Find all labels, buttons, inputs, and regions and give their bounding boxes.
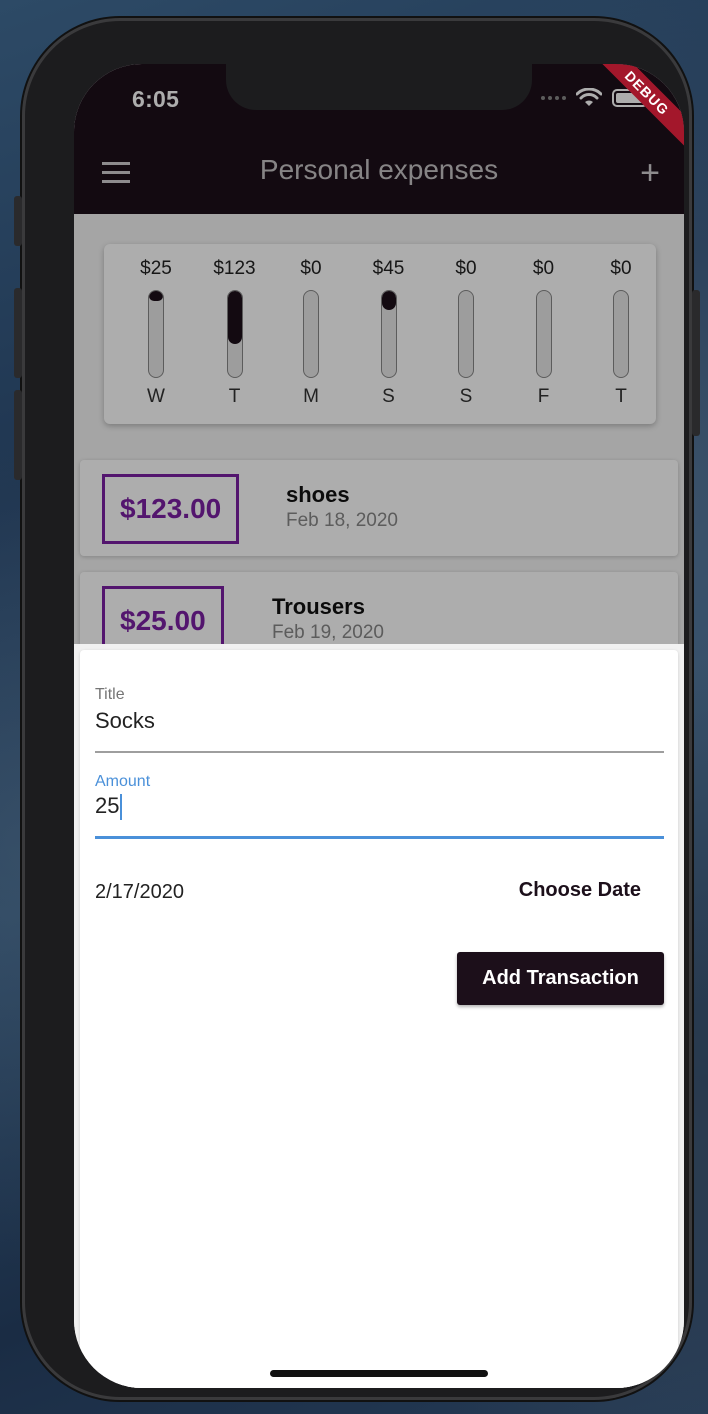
volume-up-button [14, 288, 22, 378]
amount-field[interactable]: 25 [95, 793, 123, 821]
notch [226, 64, 532, 110]
power-button [692, 290, 700, 436]
amount-field-value: 25 [95, 793, 120, 818]
home-indicator[interactable] [270, 1370, 488, 1377]
text-caret [120, 794, 123, 821]
selected-date: 2/17/2020 [95, 881, 184, 903]
title-field-underline [95, 751, 664, 753]
mute-switch [14, 196, 22, 246]
choose-date-button[interactable]: Choose Date [519, 879, 641, 902]
volume-down-button [14, 390, 22, 480]
title-field-label: Title [95, 686, 125, 703]
add-transaction-button[interactable]: Add Transaction [457, 952, 664, 1005]
new-transaction-form: Title Socks Amount 25 2/17/2020 Choose D… [80, 650, 678, 1388]
modal-scrim[interactable] [74, 64, 684, 644]
bottom-sheet: Title Socks Amount 25 2/17/2020 Choose D… [74, 644, 684, 1388]
amount-field-label: Amount [95, 773, 151, 790]
phone-screen: 6:05 DEBUG Personal expenses + $25 W $123 T… [74, 64, 684, 1388]
amount-field-underline [95, 836, 664, 839]
title-field[interactable]: Socks [95, 708, 155, 734]
phone-frame: 6:05 DEBUG Personal expenses + $25 W $123 T… [14, 18, 700, 1400]
